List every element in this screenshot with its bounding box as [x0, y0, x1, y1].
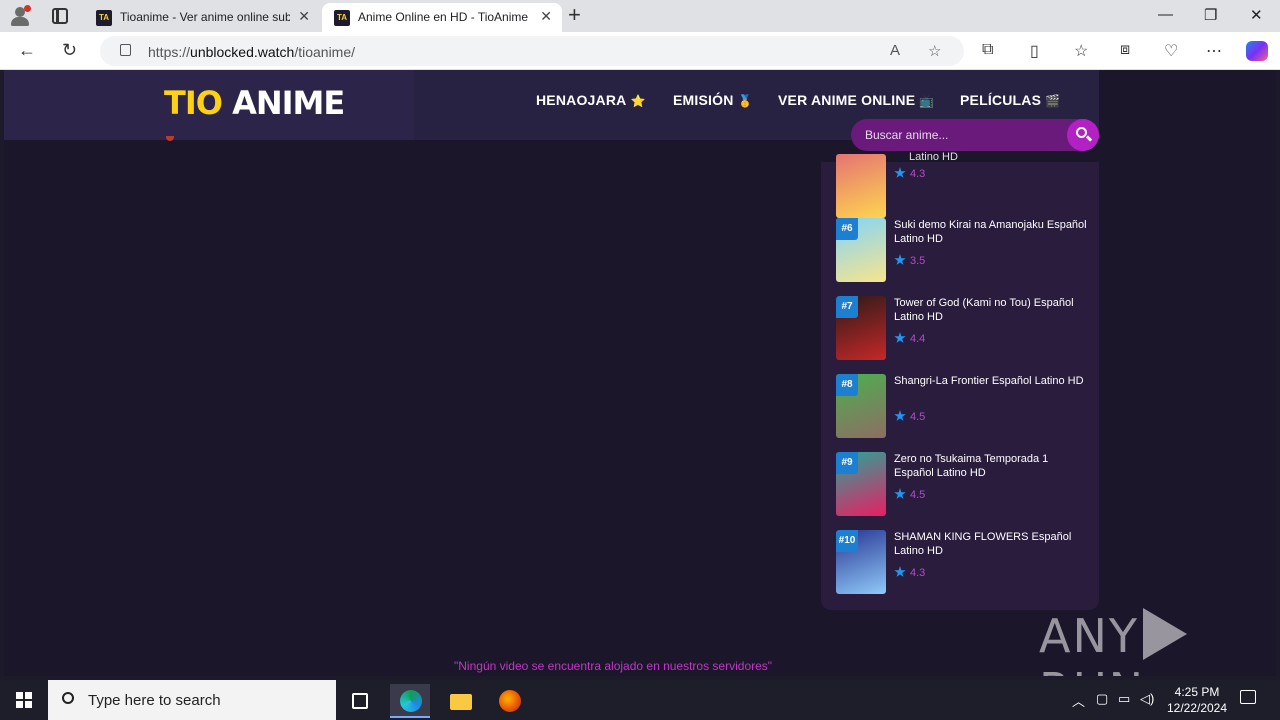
more-menu-icon[interactable]: ⋯: [1206, 41, 1222, 61]
rating: 4.5: [894, 488, 925, 501]
rating: 4.3: [894, 566, 925, 579]
url-field[interactable]: https://unblocked.watch/tioanime/ A ☆: [100, 36, 964, 66]
rank-badge: #10: [836, 530, 858, 552]
refresh-icon[interactable]: ↻: [62, 40, 77, 61]
anime-title[interactable]: Latino HD: [909, 151, 958, 163]
rank-badge: #9: [836, 452, 858, 474]
tioanime-favicon-icon: TA: [334, 10, 350, 26]
collections-icon[interactable]: ⧈: [1120, 41, 1130, 59]
extensions-icon[interactable]: ⧉: [982, 41, 993, 59]
url-text[interactable]: https://unblocked.watch/tioanime/: [148, 44, 355, 60]
anyrun-watermark: ANYRUN: [1039, 608, 1276, 676]
close-tab-icon[interactable]: ✕: [540, 8, 552, 25]
ranking-item[interactable]: #10 SHAMAN KING FLOWERS Español Latino H…: [836, 530, 1091, 594]
anime-thumbnail[interactable]: [836, 154, 886, 218]
lock-icon[interactable]: [120, 44, 131, 56]
copilot-icon[interactable]: [1246, 41, 1268, 61]
firefox-icon[interactable]: [489, 684, 529, 718]
profile-avatar-icon[interactable]: [8, 4, 34, 28]
rating: 3.5: [894, 254, 925, 267]
nav-emision[interactable]: EMISIÓN 🥇: [673, 92, 753, 108]
decorative-dot: [166, 136, 174, 141]
task-view-icon[interactable]: [340, 684, 380, 718]
system-clock[interactable]: 4:25 PM 12/22/2024: [1166, 684, 1228, 716]
browser-tab-tioanime[interactable]: TA Tioanime - Ver anime online sub ✕: [84, 3, 320, 32]
rank-badge: #8: [836, 374, 858, 396]
star-icon: [894, 488, 906, 499]
ranking-item[interactable]: #7 Tower of God (Kami no Tou) Español La…: [836, 296, 1091, 360]
favorites-icon[interactable]: ☆: [1074, 41, 1088, 61]
ranking-item[interactable]: #8 Shangri-La Frontier Español Latino HD…: [836, 374, 1091, 438]
play-icon: [1142, 608, 1187, 660]
rank-badge: #7: [836, 296, 858, 318]
device-icon[interactable]: ▢: [1096, 691, 1108, 707]
notifications-icon[interactable]: [1240, 690, 1256, 704]
anime-thumbnail[interactable]: #10: [836, 530, 886, 594]
edge-taskbar-icon[interactable]: [390, 684, 430, 718]
new-tab-icon[interactable]: +: [568, 4, 581, 26]
close-window-icon[interactable]: ✕: [1250, 6, 1263, 24]
nav-ver-anime-online[interactable]: VER ANIME ONLINE 📺: [778, 92, 934, 108]
anime-title[interactable]: SHAMAN KING FLOWERS Español Latino HD: [894, 530, 1089, 558]
anime-search: [851, 119, 1099, 151]
file-explorer-icon[interactable]: [440, 684, 480, 718]
star-icon: [894, 167, 906, 178]
nav-peliculas[interactable]: PELÍCULAS 🎬: [960, 92, 1060, 108]
restore-icon[interactable]: ❐: [1204, 6, 1217, 24]
rating: 4.3: [894, 167, 925, 180]
star-icon: [894, 566, 906, 577]
search-input[interactable]: [865, 126, 1055, 144]
anime-title[interactable]: Suki demo Kirai na Amanojaku Español Lat…: [894, 218, 1089, 246]
browser-essentials-icon[interactable]: ♡: [1164, 41, 1178, 61]
top-ranking-list: Latino HD 4.3 #6 Suki demo Kirai na Aman…: [821, 151, 1099, 610]
star-icon: [894, 332, 906, 343]
anime-thumbnail[interactable]: #9: [836, 452, 886, 516]
rating: 4.5: [894, 410, 925, 423]
windows-taskbar: Type here to search ︿ ▢ ▭ ◁) 4:25 PM 12/2…: [0, 680, 1280, 720]
site-logo[interactable]: TIO ANIME: [164, 84, 345, 122]
rank-badge: #6: [836, 218, 858, 240]
taskbar-search[interactable]: Type here to search: [48, 680, 336, 720]
star-icon: [894, 410, 906, 421]
anime-thumbnail[interactable]: #6: [836, 218, 886, 282]
tab-title: Anime Online en HD - TioAnime: [358, 10, 528, 24]
browser-tab-bar: TA Tioanime - Ver anime online sub ✕ TA …: [0, 0, 1280, 32]
anime-title[interactable]: Shangri-La Frontier Español Latino HD: [894, 374, 1089, 388]
show-hidden-icons-icon[interactable]: ︿: [1072, 691, 1085, 710]
close-tab-icon[interactable]: ✕: [298, 8, 310, 25]
taskbar-search-text: Type here to search: [88, 692, 221, 709]
address-toolbar: ← ↻ https://unblocked.watch/tioanime/ A …: [0, 32, 1280, 70]
tioanime-favicon-icon: TA: [96, 10, 112, 26]
back-arrow-icon[interactable]: ←: [18, 40, 36, 61]
ranking-item[interactable]: #6 Suki demo Kirai na Amanojaku Español …: [836, 218, 1091, 282]
anime-thumbnail[interactable]: #7: [836, 296, 886, 360]
network-icon[interactable]: ▭: [1118, 691, 1130, 707]
search-button[interactable]: [1067, 119, 1099, 151]
star-icon: [894, 254, 906, 265]
favorite-star-icon[interactable]: ☆: [928, 42, 941, 60]
tab-actions-icon[interactable]: [52, 8, 68, 24]
footer-disclaimer: "Ningún video se encuentra alojado en nu…: [454, 659, 773, 673]
anime-title[interactable]: Zero no Tsukaima Temporada 1 Español Lat…: [894, 452, 1089, 480]
rating: 4.4: [894, 332, 925, 345]
nav-henaojara[interactable]: HENAOJARA ⭐: [536, 92, 646, 108]
minimize-icon[interactable]: —: [1158, 6, 1173, 23]
browser-tab-anime-online[interactable]: TA Anime Online en HD - TioAnime ✕: [322, 3, 562, 32]
split-screen-icon[interactable]: ▯: [1030, 41, 1039, 61]
ranking-item[interactable]: Latino HD 4.3: [836, 151, 1091, 218]
tab-title: Tioanime - Ver anime online sub: [120, 10, 290, 24]
windows-start-icon[interactable]: [16, 692, 32, 708]
read-aloud-icon[interactable]: A: [890, 42, 900, 59]
web-page: TIO ANIME HENAOJARA ⭐ EMISIÓN 🥇 VER ANIME …: [4, 70, 1276, 676]
anime-title[interactable]: Tower of God (Kami no Tou) Español Latin…: [894, 296, 1089, 324]
logo-area: TIO ANIME: [4, 70, 414, 140]
anime-thumbnail[interactable]: #8: [836, 374, 886, 438]
volume-icon[interactable]: ◁): [1140, 691, 1154, 707]
ranking-item[interactable]: #9 Zero no Tsukaima Temporada 1 Español …: [836, 452, 1091, 516]
search-icon: [62, 692, 74, 704]
